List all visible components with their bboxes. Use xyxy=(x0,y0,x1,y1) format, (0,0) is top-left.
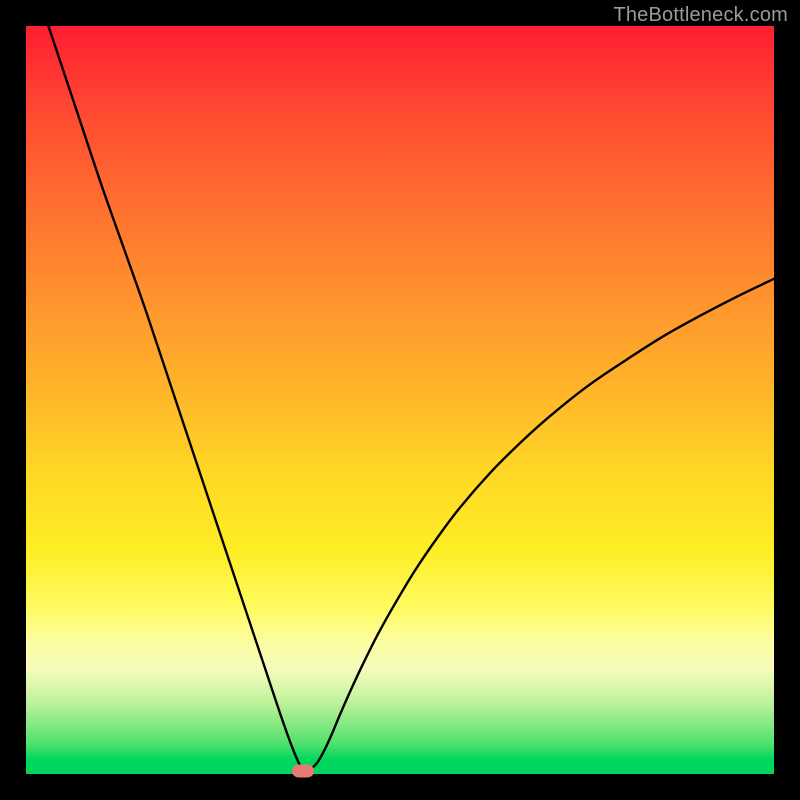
watermark-text: TheBottleneck.com xyxy=(613,4,788,27)
min-marker xyxy=(292,765,314,778)
curve-svg xyxy=(26,26,774,774)
chart-frame: TheBottleneck.com xyxy=(0,0,800,800)
plot-area xyxy=(26,26,774,774)
curve-path xyxy=(48,26,774,771)
